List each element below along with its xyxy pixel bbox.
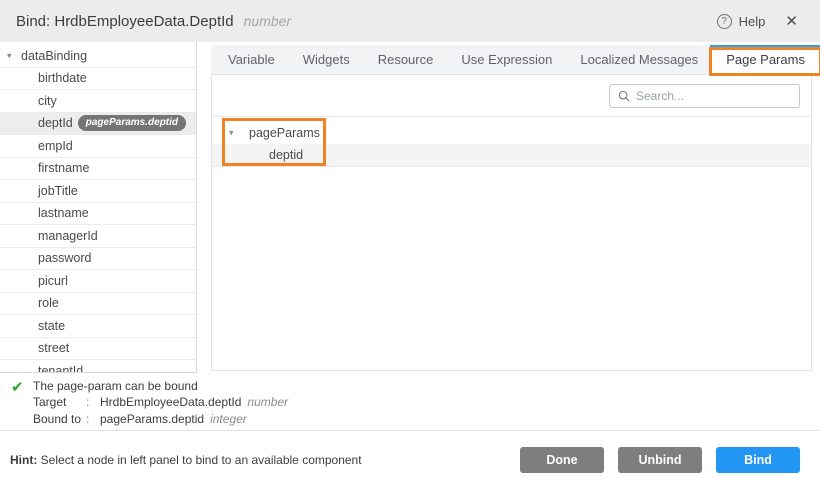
action-buttons: Done Unbind Bind <box>520 447 800 473</box>
tree-node-label: tenantId <box>38 364 83 373</box>
tree-node-label: deptid <box>269 148 303 162</box>
chevron-down-icon[interactable]: ▾ <box>7 50 12 61</box>
hint-label: Hint: <box>10 453 37 467</box>
tree-node-label: role <box>38 296 59 310</box>
binding-badge: pageParams.deptid <box>78 115 186 131</box>
tree-node-street[interactable]: street <box>0 338 196 361</box>
help-icon: ? <box>717 14 732 29</box>
tree-node-label: city <box>38 94 57 108</box>
search-icon <box>618 90 630 102</box>
dialog-footer: Hint: Select a node in left panel to bin… <box>0 430 820 487</box>
tree-node-label: managerId <box>38 229 98 243</box>
tree-node-pageparams[interactable]: ▾ pageParams <box>212 121 811 144</box>
done-button[interactable]: Done <box>520 447 604 473</box>
tree-node-birthdate[interactable]: birthdate <box>0 68 196 91</box>
dialog-header: Bind: HrdbEmployeeData.DeptId number ? H… <box>0 0 820 42</box>
tree-node-password[interactable]: password <box>0 248 196 271</box>
help-button[interactable]: ? Help <box>717 14 766 29</box>
tree-node-firstname[interactable]: firstname <box>0 158 196 181</box>
tree-node-label: street <box>38 341 69 355</box>
tab-localized-messages[interactable]: Localized Messages <box>566 45 712 74</box>
help-label: Help <box>739 14 766 29</box>
binding-source-tabs: Variable Widgets Resource Use Expression… <box>211 45 812 74</box>
tree-node-tenantid[interactable]: tenantId <box>0 360 196 373</box>
chevron-down-icon[interactable]: ▾ <box>229 127 234 138</box>
close-icon[interactable]: ✕ <box>785 14 798 29</box>
tree-node-lastname[interactable]: lastname <box>0 203 196 226</box>
tree-node-deptid[interactable]: deptId pageParams.deptid <box>0 113 196 136</box>
tree-node-databinding[interactable]: ▾ dataBinding <box>0 45 196 68</box>
tree-node-label: pageParams <box>249 126 320 140</box>
tree-node-picurl[interactable]: picurl <box>0 270 196 293</box>
tree-node-label: dataBinding <box>21 49 87 63</box>
tree-node-label: password <box>38 251 92 265</box>
tree-node-label: firstname <box>38 161 89 175</box>
tree-node-pageparams-deptid[interactable]: deptid <box>212 144 811 167</box>
dialog-title-type: number <box>244 13 291 29</box>
tree-node-empid[interactable]: empId <box>0 135 196 158</box>
bound-to-type: integer <box>210 412 247 426</box>
unbind-button[interactable]: Unbind <box>618 447 702 473</box>
binding-status-area: ✔ The page-param can be bound Target : H… <box>0 375 820 430</box>
tree-node-label: lastname <box>38 206 89 220</box>
data-binding-tree-panel: ▾ dataBinding birthdate city deptId page… <box>0 42 197 373</box>
tree-node-label: jobTitle <box>38 184 78 198</box>
bound-to-label: Bound to <box>33 412 86 426</box>
tab-widgets[interactable]: Widgets <box>289 45 364 74</box>
status-message: The page-param can be bound <box>33 379 198 393</box>
binding-details: Target : HrdbEmployeeData.deptIdnumber B… <box>33 395 288 426</box>
target-value: HrdbEmployeeData.deptIdnumber <box>100 395 288 409</box>
tree-node-state[interactable]: state <box>0 315 196 338</box>
search-box[interactable] <box>609 84 800 108</box>
tab-resource[interactable]: Resource <box>364 45 448 74</box>
target-type: number <box>247 395 288 409</box>
search-input[interactable] <box>636 89 791 103</box>
page-params-tree: ▾ pageParams deptid <box>212 117 811 167</box>
tree-node-label: picurl <box>38 274 68 288</box>
tab-variable[interactable]: Variable <box>214 45 289 74</box>
tree-node-city[interactable]: city <box>0 90 196 113</box>
bound-to-value: pageParams.deptidinteger <box>100 412 288 426</box>
tree-node-jobtitle[interactable]: jobTitle <box>0 180 196 203</box>
bind-button[interactable]: Bind <box>716 447 800 473</box>
target-label: Target <box>33 395 86 409</box>
tree-node-label: birthdate <box>38 71 87 85</box>
tab-content-panel: ▾ pageParams deptid <box>211 74 812 371</box>
separator: : <box>86 412 100 426</box>
tree-node-label: state <box>38 319 65 333</box>
tree-node-role[interactable]: role <box>0 293 196 316</box>
dialog-title: Bind: HrdbEmployeeData.DeptId <box>16 13 234 30</box>
success-check-icon: ✔ <box>11 378 24 396</box>
tree-node-managerid[interactable]: managerId <box>0 225 196 248</box>
hint-text: Hint: Select a node in left panel to bin… <box>10 453 362 467</box>
tree-node-label: empId <box>38 139 73 153</box>
tree-node-label: deptId <box>38 116 73 130</box>
tab-page-params[interactable]: Page Params <box>712 45 819 74</box>
tab-use-expression[interactable]: Use Expression <box>447 45 566 74</box>
search-row <box>212 75 811 117</box>
separator: : <box>86 395 100 409</box>
